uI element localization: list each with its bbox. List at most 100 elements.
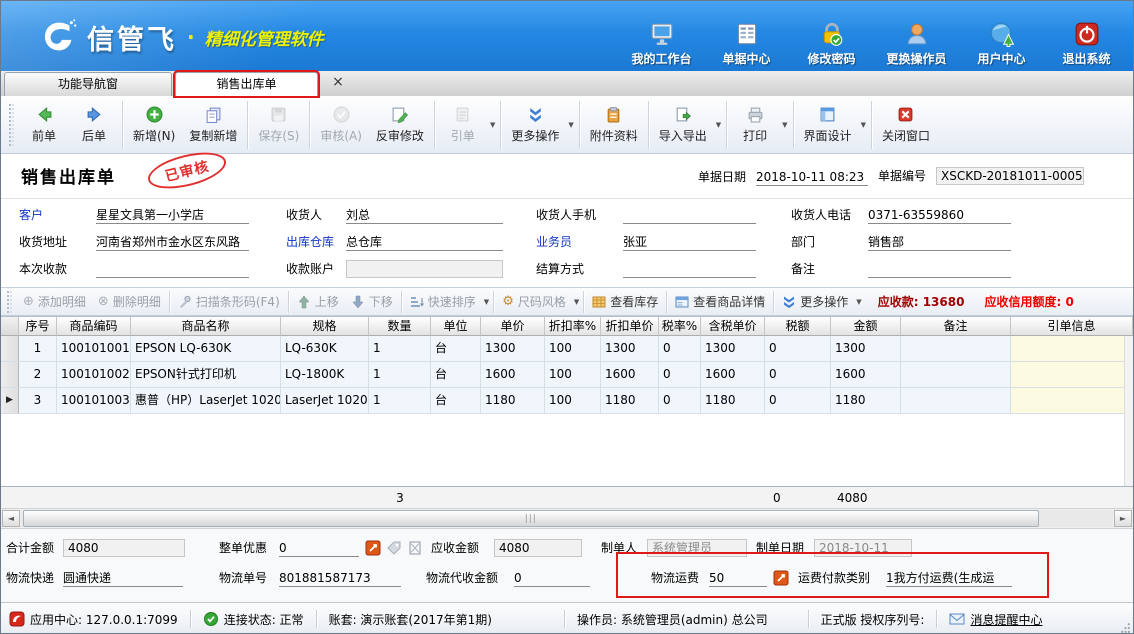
prev-doc-button[interactable]: 前单	[19, 99, 69, 151]
table-cell[interactable]: 1600	[481, 362, 545, 388]
table-cell[interactable]: LQ-1800K	[281, 362, 369, 388]
table-cell[interactable]: LaserJet 1020	[281, 388, 369, 414]
change-password-button[interactable]: 修改密码	[789, 21, 874, 67]
pull-order-dropdown-icon[interactable]: ▼	[490, 121, 495, 129]
table-cell[interactable]: 100	[545, 388, 601, 414]
add-detail-button[interactable]: ⊕ 添加明细	[17, 290, 92, 314]
table-cell[interactable]: 1	[19, 336, 57, 362]
address-input[interactable]: 河南省郑州市金水区东风路	[96, 234, 249, 251]
col-header-product-code[interactable]: 商品编码	[57, 317, 131, 336]
detail-more-actions-button[interactable]: 更多操作	[776, 290, 854, 314]
view-stock-button[interactable]: 查看库存	[586, 290, 664, 314]
table-cell[interactable]: 惠普（HP）LaserJet 1020	[131, 388, 281, 414]
table-cell[interactable]	[901, 388, 1011, 414]
table-cell[interactable]: 1180	[701, 388, 765, 414]
save-button[interactable]: 保存(S)	[251, 99, 306, 151]
scrollbar-thumb[interactable]: |||	[23, 510, 1039, 527]
table-cell[interactable]: 台	[431, 362, 481, 388]
row-selector-current[interactable]: ▶	[1, 388, 19, 414]
table-cell[interactable]: EPSON针式打印机	[131, 362, 281, 388]
remove-detail-button[interactable]: ⊗ 删除明细	[92, 290, 167, 314]
warehouse-input[interactable]: 总仓库	[346, 234, 503, 251]
table-cell[interactable]: 100101003	[57, 388, 131, 414]
col-header-spec[interactable]: 规格	[281, 317, 369, 336]
user-center-button[interactable]: 用户中心	[959, 21, 1044, 67]
workbench-button[interactable]: 我的工作台	[619, 21, 704, 67]
tab-nav-panel[interactable]: 功能导航窗	[4, 72, 172, 96]
cod-input[interactable]: 0	[514, 570, 590, 587]
attachment-button[interactable]: 附件资料	[583, 99, 645, 151]
table-cell[interactable]: 3	[19, 388, 57, 414]
table-cell[interactable]	[1011, 388, 1133, 414]
quick-sort-button[interactable]: 快速排序	[404, 290, 482, 314]
consignee-phone-input[interactable]: 0371-63559860	[868, 207, 1011, 224]
payment-input[interactable]	[96, 261, 249, 278]
box-icon[interactable]	[407, 540, 423, 556]
salesman-input[interactable]: 张亚	[623, 234, 756, 251]
table-cell[interactable]	[1011, 336, 1133, 362]
table-cell[interactable]: 100101002	[57, 362, 131, 388]
exit-system-button[interactable]: 退出系统	[1044, 21, 1129, 67]
freight-type-input[interactable]: 1我方付运费(生成运	[886, 570, 1012, 587]
consignee-input[interactable]: 刘总	[346, 207, 503, 224]
consignee-mobile-input[interactable]	[623, 207, 756, 224]
table-cell[interactable]: 100	[545, 362, 601, 388]
table-cell[interactable]: 0	[765, 362, 831, 388]
unaudit-button[interactable]: 反审修改	[369, 99, 431, 151]
col-header-tax-price[interactable]: 含税单价	[701, 317, 765, 336]
table-cell[interactable]: 1	[369, 388, 431, 414]
message-center-link[interactable]: 消息提醒中心	[949, 611, 1042, 628]
col-header-ref-info[interactable]: 引单信息	[1011, 317, 1133, 336]
table-cell[interactable]: 2	[19, 362, 57, 388]
size-style-dropdown-icon[interactable]: ▼	[574, 298, 579, 306]
tracking-input[interactable]: 801881587173	[279, 570, 401, 587]
view-product-button[interactable]: 查看商品详情	[669, 290, 771, 314]
express-input[interactable]: 圆通快递	[63, 570, 183, 587]
settle-input[interactable]	[623, 261, 756, 278]
col-header-price[interactable]: 单价	[481, 317, 545, 336]
more-actions-dropdown-icon[interactable]: ▼	[568, 121, 573, 129]
window-resize-grip[interactable]	[1120, 622, 1131, 633]
table-cell[interactable]: 1600	[831, 362, 901, 388]
col-header-amount[interactable]: 金额	[831, 317, 901, 336]
table-cell[interactable]: 1300	[701, 336, 765, 362]
table-cell[interactable]: 100101001	[57, 336, 131, 362]
quick-sort-dropdown-icon[interactable]: ▼	[484, 298, 489, 306]
vertical-scrollbar[interactable]	[1124, 336, 1133, 487]
row-selector[interactable]	[1, 336, 19, 362]
move-down-button[interactable]: 下移	[345, 290, 399, 314]
table-cell[interactable]	[1011, 362, 1133, 388]
col-header-discount-rate[interactable]: 折扣率%	[545, 317, 601, 336]
table-cell[interactable]: 0	[659, 388, 701, 414]
table-cell[interactable]: 1600	[701, 362, 765, 388]
table-cell[interactable]: 0	[659, 336, 701, 362]
col-header-seq[interactable]: 序号	[19, 317, 57, 336]
print-button[interactable]: 打印	[730, 99, 780, 151]
col-header-product-name[interactable]: 商品名称	[131, 317, 281, 336]
col-header-remark[interactable]: 备注	[901, 317, 1011, 336]
table-cell[interactable]	[901, 362, 1011, 388]
col-header-discount-price[interactable]: 折扣单价	[601, 317, 659, 336]
table-cell[interactable]: 100	[545, 336, 601, 362]
table-cell[interactable]: 1300	[481, 336, 545, 362]
doc-date-input[interactable]: 2018-10-11 08:23	[756, 169, 868, 186]
row-selector[interactable]	[1, 362, 19, 388]
quick-edit-icon[interactable]	[365, 540, 381, 556]
import-export-dropdown-icon[interactable]: ▼	[716, 121, 721, 129]
col-header-unit[interactable]: 单位	[431, 317, 481, 336]
ui-design-dropdown-icon[interactable]: ▼	[861, 121, 866, 129]
close-window-button[interactable]: 关闭窗口	[875, 99, 937, 151]
scroll-right-arrow-icon[interactable]: ►	[1114, 510, 1132, 527]
tag-icon[interactable]	[386, 540, 402, 556]
table-cell[interactable]: 0	[765, 336, 831, 362]
table-cell[interactable]: 1180	[831, 388, 901, 414]
scan-barcode-button[interactable]: 扫描条形码(F4)	[172, 290, 286, 314]
print-dropdown-icon[interactable]: ▼	[782, 121, 787, 129]
col-header-tax-amount[interactable]: 税额	[765, 317, 831, 336]
switch-operator-button[interactable]: 更换操作员	[874, 21, 959, 67]
table-cell[interactable]: 1	[369, 336, 431, 362]
document-center-button[interactable]: 单据中心	[704, 21, 789, 67]
table-cell[interactable]: 1300	[831, 336, 901, 362]
pull-order-button[interactable]: 引单	[438, 99, 488, 151]
add-new-button[interactable]: 新增(N)	[126, 99, 182, 151]
